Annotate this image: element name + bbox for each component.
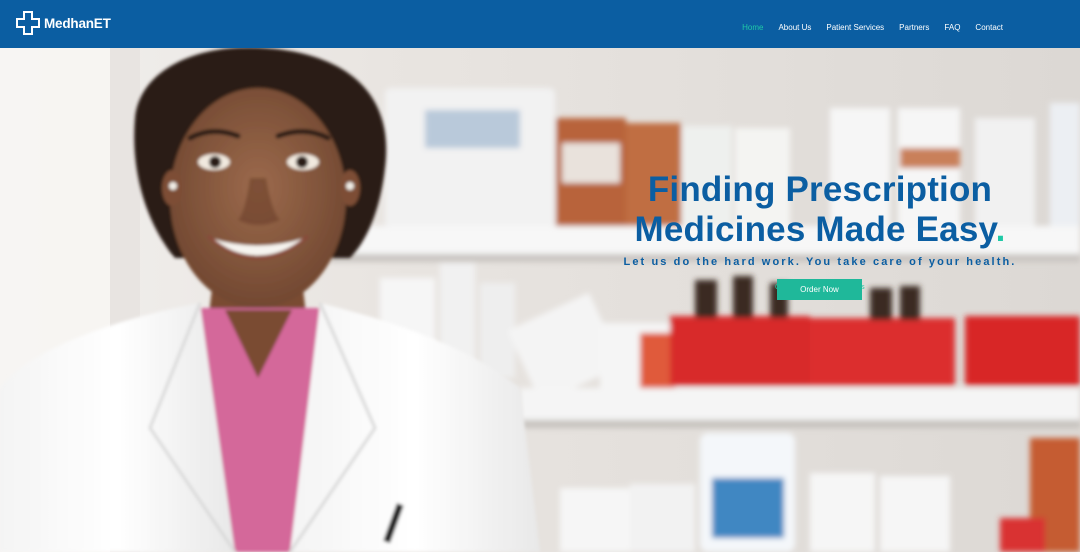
nav-faq-link[interactable]: FAQ: [944, 23, 960, 32]
hero-title-dot: .: [995, 210, 1006, 249]
top-navbar: MedhanET Home About Us Patient Services …: [0, 0, 1080, 48]
hero-subtitle: Let us do the hard work. You take care o…: [623, 256, 1017, 268]
nav-about-us-link[interactable]: About Us: [778, 23, 811, 32]
nav-contact-link[interactable]: Contact: [975, 23, 1003, 32]
hero-background-image: [0, 48, 1080, 552]
hero-text-block: Finding Prescription Medicines Made Easy…: [560, 170, 1080, 291]
main-nav: Home About Us Patient Services Partners …: [742, 17, 1003, 35]
hero-title-line2: Medicines Made Easy: [634, 210, 996, 249]
hero-section: Finding Prescription Medicines Made Easy…: [0, 48, 1080, 552]
brand-name: MedhanET: [44, 15, 111, 31]
medical-cross-icon: [15, 10, 41, 36]
nav-partners-link[interactable]: Partners: [899, 23, 929, 32]
hero-title: Finding Prescription Medicines Made Easy…: [560, 170, 1080, 250]
nav-home-link[interactable]: Home: [742, 23, 763, 32]
brand-logo-link[interactable]: MedhanET: [15, 10, 111, 36]
nav-patient-services-link[interactable]: Patient Services: [826, 23, 884, 32]
hero-title-line1: Finding Prescription: [647, 170, 993, 209]
order-now-button[interactable]: Order Now: [777, 279, 862, 300]
